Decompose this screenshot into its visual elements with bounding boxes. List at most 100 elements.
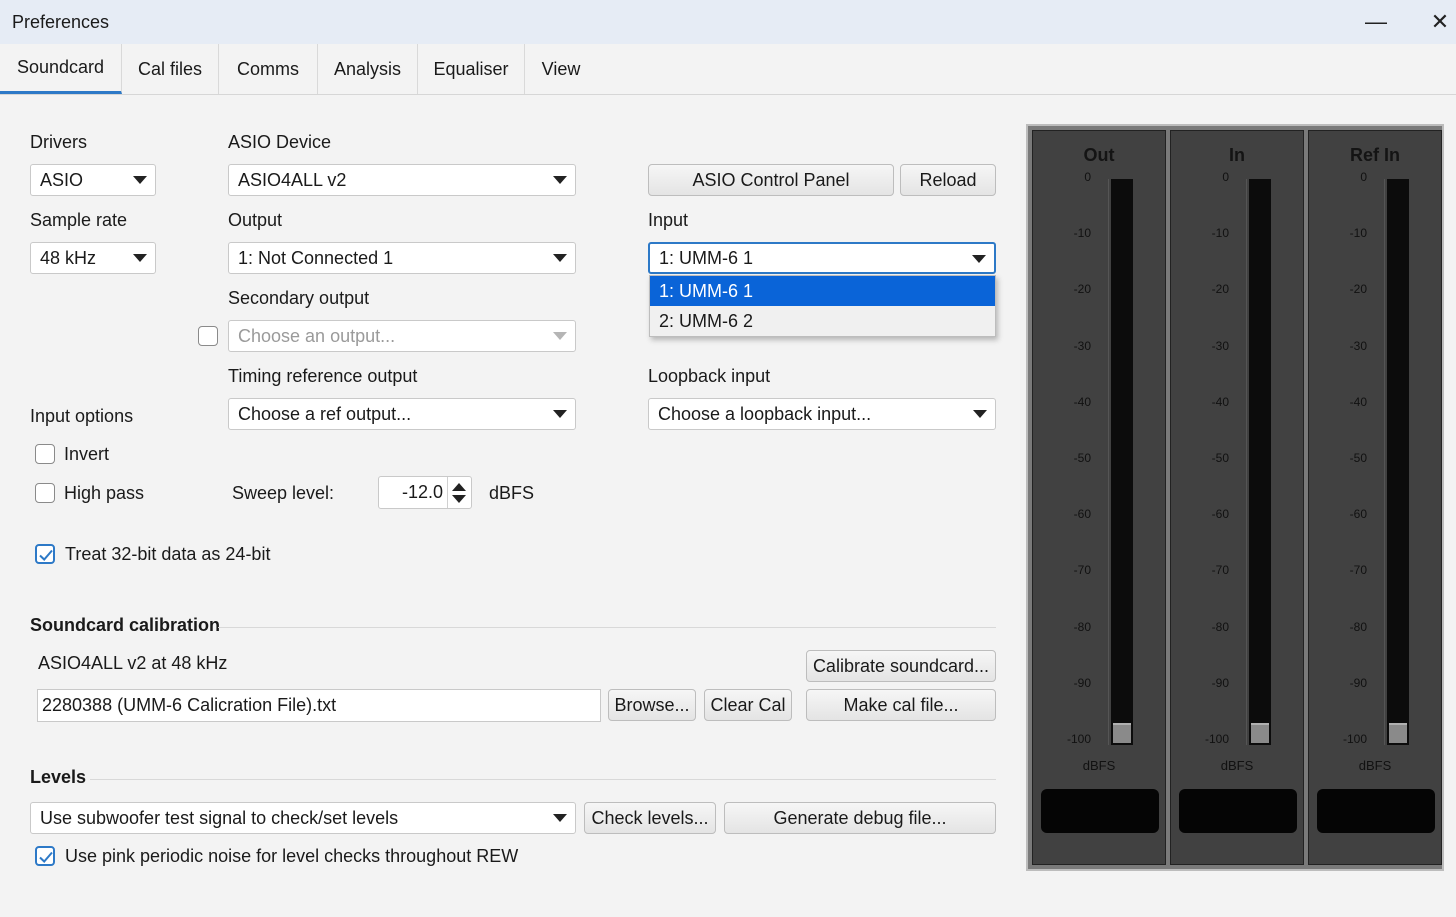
input-option-1[interactable]: 1: UMM-6 1 — [650, 276, 995, 306]
scale-tick-label: -50 — [1073, 451, 1091, 465]
scale-tick-label: -20 — [1211, 282, 1229, 297]
level-meters-panel: Out 0 -10 -20 -30 -40 -50 -60 -70 -80 -90 -100 dBF… — [1026, 124, 1444, 871]
sweep-level-label: Sweep level: — [232, 483, 335, 503]
ref-in-meter: Ref In 0 -10 -20 -30 -40 -50 -60 -70 -80 -90 -100 … — [1308, 130, 1442, 865]
scale-tick-label: -10 — [1349, 226, 1367, 241]
close-button[interactable]: ✕ — [1420, 6, 1456, 38]
timing-ref-output-placeholder: Choose a ref output... — [238, 403, 412, 424]
calibrate-soundcard-button[interactable]: Calibrate soundcard... — [806, 650, 996, 682]
scale-tick-label: -10 — [1211, 226, 1229, 241]
in-meter: In 0 -10 -20 -30 -40 -50 -60 -70 -80 -90 -100 dBFS — [1170, 130, 1304, 865]
invert-checkbox[interactable] — [35, 444, 55, 464]
asio-device-value: ASIO4ALL v2 — [238, 169, 347, 190]
scale-tick-label: -80 — [1211, 619, 1229, 634]
checkmark-icon — [39, 851, 53, 863]
meter-title: Out — [1083, 145, 1115, 165]
scale-tick-label: 0 — [1360, 170, 1367, 184]
meter-bar — [1387, 179, 1409, 745]
tab-soundcard[interactable]: Soundcard — [0, 44, 122, 94]
sample-rate-select[interactable]: 48 kHz — [30, 242, 156, 274]
pink-noise-checkbox[interactable] — [35, 846, 55, 866]
scale-tick-label: -90 — [1073, 675, 1091, 690]
meter-title: In — [1229, 145, 1245, 165]
input-select[interactable]: 1: UMM-6 1 — [648, 242, 996, 274]
meter-scale-line — [1108, 179, 1109, 745]
levels-heading: Levels — [30, 767, 87, 787]
section-divider — [90, 779, 996, 780]
scale-tick-label: -40 — [1349, 394, 1367, 409]
calibration-status: ASIO4ALL v2 at 48 kHz — [38, 653, 228, 673]
scale-tick-label: -50 — [1211, 451, 1229, 465]
spin-down-icon[interactable] — [452, 495, 466, 503]
scale-tick-label: -70 — [1349, 563, 1367, 578]
asio-control-panel-button[interactable]: ASIO Control Panel — [648, 164, 894, 196]
scale-tick-label: -30 — [1073, 338, 1091, 353]
asio-device-select[interactable]: ASIO4ALL v2 — [228, 164, 576, 196]
treat-32bit-checkbox[interactable] — [35, 544, 55, 564]
scale-tick-label: -40 — [1073, 394, 1091, 409]
drivers-value: ASIO — [40, 169, 84, 190]
title-bar: Preferences — ✕ — [0, 0, 1456, 44]
sample-rate-value: 48 kHz — [40, 247, 97, 268]
window-title: Preferences — [12, 12, 110, 32]
scale-tick-label: -100 — [1342, 732, 1367, 746]
sweep-level-unit: dBFS — [489, 483, 535, 503]
asio-device-label: ASIO Device — [228, 132, 332, 152]
high-pass-checkbox[interactable] — [35, 483, 55, 503]
scale-tick-label: -80 — [1349, 619, 1367, 634]
scale-tick-label: -50 — [1349, 451, 1367, 465]
output-select[interactable]: 1: Not Connected 1 — [228, 242, 576, 274]
input-option-2[interactable]: 2: UMM-6 2 — [650, 306, 995, 336]
scale-tick-label: -20 — [1073, 282, 1091, 297]
high-pass-label: High pass — [64, 483, 145, 503]
secondary-output-select: Choose an output... — [228, 320, 576, 352]
timing-ref-output-label: Timing reference output — [228, 366, 418, 386]
tab-equaliser[interactable]: Equaliser — [418, 44, 525, 94]
input-options-label: Input options — [30, 406, 134, 426]
loopback-input-label: Loopback input — [648, 366, 771, 386]
scale-tick-label: -100 — [1204, 732, 1229, 746]
meter-readout — [1179, 789, 1297, 833]
clear-cal-button[interactable]: Clear Cal — [704, 689, 792, 721]
scale-tick-label: -80 — [1073, 619, 1091, 634]
tab-cal-files[interactable]: Cal files — [122, 44, 219, 94]
meter-unit: dBFS — [1082, 758, 1116, 773]
scale-tick-label: -40 — [1211, 394, 1229, 409]
input-value: 1: UMM-6 1 — [659, 247, 754, 268]
scale-tick-label: -60 — [1349, 507, 1367, 522]
output-label: Output — [228, 210, 283, 230]
cal-file-field[interactable]: 2280388 (UMM-6 Calicration File).txt — [37, 689, 601, 722]
generate-debug-file-button[interactable]: Generate debug file... — [724, 802, 996, 834]
chevron-down-icon — [972, 255, 986, 263]
browse-button[interactable]: Browse... — [608, 689, 696, 721]
chevron-down-icon — [133, 176, 147, 184]
sweep-level-spinner[interactable]: -12.0 — [378, 476, 472, 509]
secondary-output-checkbox[interactable] — [198, 326, 218, 346]
scale-tick-label: -70 — [1073, 563, 1091, 578]
input-label: Input — [648, 210, 689, 230]
level-signal-select[interactable]: Use subwoofer test signal to check/set l… — [30, 802, 576, 834]
out-meter: Out 0 -10 -20 -30 -40 -50 -60 -70 -80 -90 -100 dBF… — [1032, 130, 1166, 865]
tab-view[interactable]: View — [525, 44, 597, 94]
tab-analysis[interactable]: Analysis — [318, 44, 418, 94]
scale-tick-label: 0 — [1084, 170, 1091, 184]
chevron-down-icon — [553, 176, 567, 184]
tab-comms[interactable]: Comms — [219, 44, 318, 94]
minimize-button[interactable]: — — [1356, 6, 1396, 38]
check-levels-button[interactable]: Check levels... — [584, 802, 716, 834]
drivers-select[interactable]: ASIO — [30, 164, 156, 196]
meter-readout — [1041, 789, 1159, 833]
loopback-input-select[interactable]: Choose a loopback input... — [648, 398, 996, 430]
make-cal-file-button[interactable]: Make cal file... — [806, 689, 996, 721]
treat-32bit-label: Treat 32-bit data as 24-bit — [65, 544, 271, 564]
spinner-divider — [447, 477, 448, 508]
scale-tick-label: -20 — [1349, 282, 1367, 297]
reload-button[interactable]: Reload — [900, 164, 996, 196]
level-signal-value: Use subwoofer test signal to check/set l… — [40, 807, 399, 828]
scale-tick-label: -90 — [1211, 675, 1229, 690]
chevron-down-icon — [553, 254, 567, 262]
secondary-output-placeholder: Choose an output... — [238, 325, 396, 346]
meter-bar — [1111, 179, 1133, 745]
spin-up-icon[interactable] — [452, 483, 466, 491]
timing-ref-output-select[interactable]: Choose a ref output... — [228, 398, 576, 430]
